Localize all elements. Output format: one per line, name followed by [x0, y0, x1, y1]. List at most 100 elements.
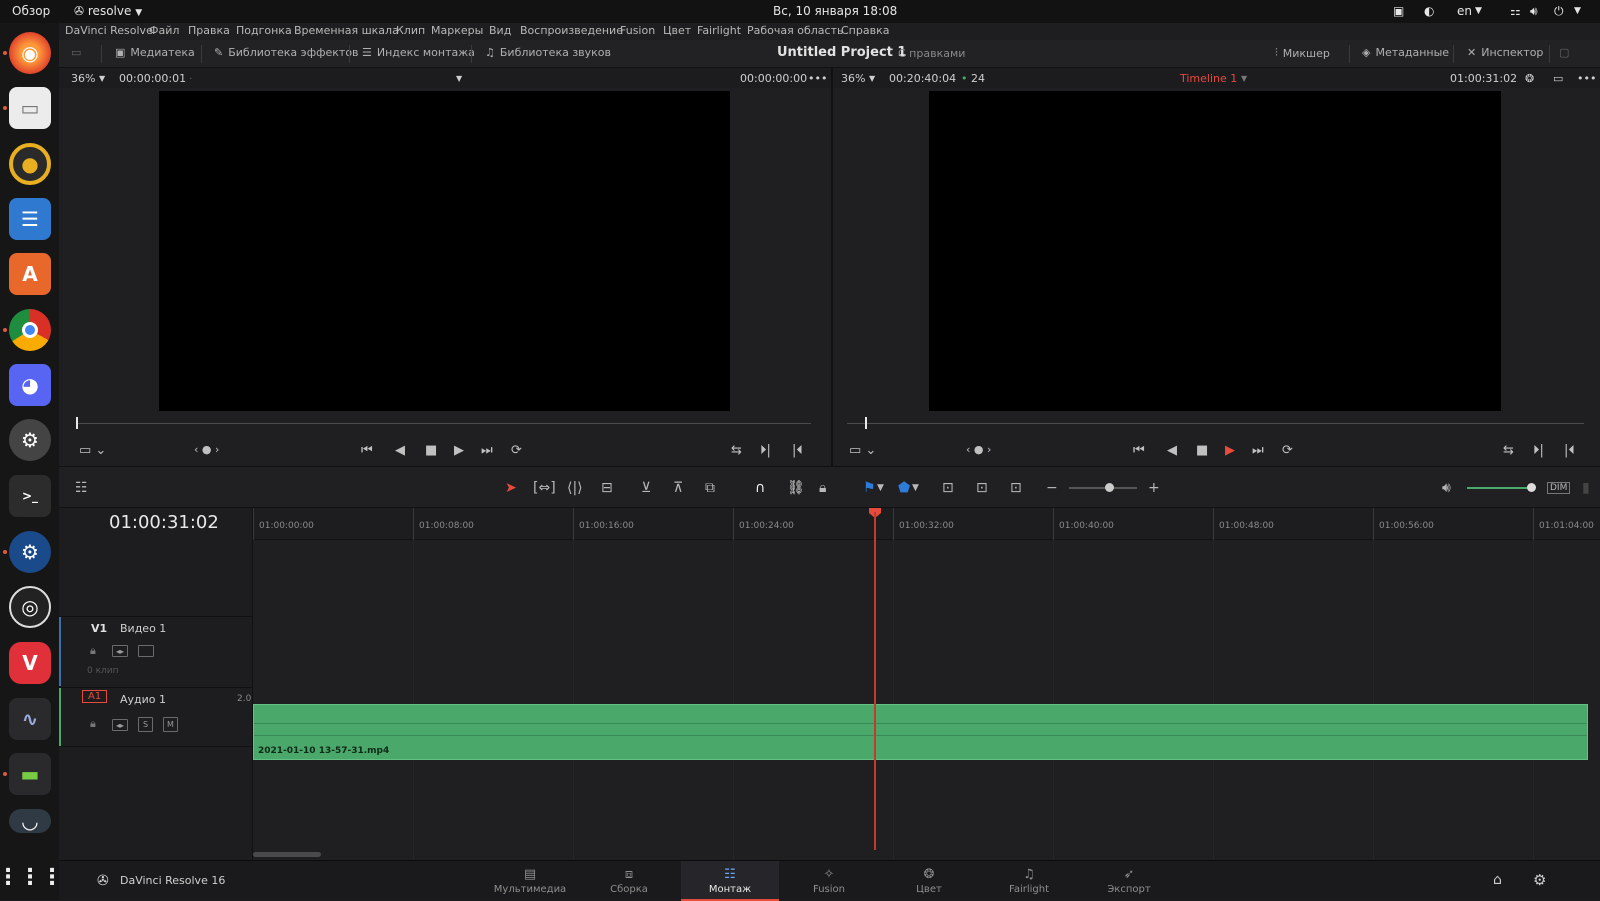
menu-fusion[interactable]: Fusion	[620, 24, 655, 37]
clock[interactable]: Вс, 10 января 18:08	[773, 4, 897, 18]
viewer-mode-icon[interactable]: ▭	[1553, 72, 1563, 85]
skip-to-start-icon[interactable]: ⏮	[1133, 443, 1145, 458]
firefox-icon[interactable]: ◉	[9, 32, 51, 74]
mute-button[interactable]: M	[163, 717, 178, 732]
auto-track-select-icon[interactable]: ◂▸	[112, 645, 128, 657]
timeline-viewer-timecode[interactable]: 01:00:31:02	[1450, 72, 1517, 85]
video-track-name[interactable]: Видео 1	[120, 622, 166, 635]
home-icon[interactable]: ⌂	[1493, 872, 1502, 888]
stop-icon[interactable]: ■	[1196, 443, 1208, 458]
software-store-icon[interactable]: A	[9, 253, 51, 295]
skip-to-end-icon[interactable]: ⏭	[481, 443, 493, 458]
terminal-icon[interactable]: >_	[9, 475, 51, 517]
page-edit[interactable]: ☷ Монтаж	[681, 861, 779, 901]
settings-icon[interactable]: ⚙	[9, 419, 51, 461]
settings-gear-icon[interactable]: ⚙	[1533, 871, 1546, 889]
menu-fairlight[interactable]: Fairlight	[697, 24, 741, 37]
mixer-button[interactable]: ⫶ Микшер	[1275, 46, 1330, 60]
timeline-viewer-screen[interactable]	[929, 91, 1501, 411]
trim-tool-icon[interactable]: [⇔]	[533, 480, 556, 496]
menu-trim[interactable]: Подгонка	[236, 24, 292, 37]
menu-workspace[interactable]: Рабочая область	[747, 24, 843, 37]
power-icon[interactable]: ⏻	[1554, 4, 1564, 19]
timeline-current-timecode[interactable]: 01:00:31:02	[109, 512, 219, 533]
page-deliver[interactable]: ➶ Экспорт	[1080, 861, 1178, 901]
obs-icon[interactable]: ◎	[9, 586, 51, 628]
timeline-jog-control[interactable]: ‹ ● ›	[966, 443, 991, 456]
overview-button[interactable]: Обзор	[12, 4, 50, 18]
page-color[interactable]: ❂ Цвет	[880, 861, 978, 901]
timeline-view-options-icon[interactable]: ☷	[75, 480, 88, 496]
flag-icon[interactable]: ⚑	[863, 480, 876, 496]
inspector-button[interactable]: ✕ Инспектор	[1467, 46, 1543, 59]
mark-out-icon[interactable]: ⏵|	[760, 443, 771, 458]
loop-icon[interactable]: ⟳	[511, 443, 522, 458]
system-monitor-icon[interactable]: ∿	[9, 698, 51, 740]
disable-video-track-icon[interactable]	[138, 645, 154, 657]
resolve-dock-icon[interactable]: ◡	[9, 809, 51, 833]
skip-to-end-icon[interactable]: ⏭	[1252, 443, 1264, 458]
zoom-custom-icon[interactable]: ⊡	[1010, 480, 1022, 496]
source-zoom-dropdown[interactable]: 36%	[71, 72, 95, 85]
more-options-icon[interactable]: •••	[1577, 72, 1596, 85]
chevron-down-icon[interactable]: ▼	[877, 483, 884, 493]
page-media[interactable]: ▤ Мультимедиа	[481, 861, 579, 901]
mark-in-icon[interactable]: |⏴	[792, 443, 803, 458]
menu-davinci-resolve[interactable]: DaVinci Resolve	[65, 24, 153, 37]
menu-timeline[interactable]: Временная шкала	[294, 24, 399, 37]
source-scrubber[interactable]	[77, 423, 811, 424]
source-clip-dropdown-icon[interactable]: ▼	[456, 74, 462, 83]
stop-icon[interactable]: ■	[425, 443, 437, 458]
playhead-line[interactable]	[874, 512, 876, 850]
chevron-down-icon[interactable]: ▼	[912, 483, 919, 493]
expand-panel-icon[interactable]: ▢	[1559, 46, 1569, 59]
files-icon[interactable]: ▭	[9, 87, 51, 129]
vivaldi-icon[interactable]: V	[9, 642, 51, 684]
menu-view[interactable]: Вид	[489, 24, 511, 37]
play-reverse-icon[interactable]: ◀	[1167, 443, 1177, 458]
rhythmbox-icon[interactable]: ●	[9, 143, 51, 185]
timeline-zoom-dropdown[interactable]: 36%	[841, 72, 865, 85]
auto-track-select-icon[interactable]: ◂▸	[112, 719, 128, 731]
dim-icon[interactable]: DIM	[1547, 482, 1571, 494]
toggle-panel-icon[interactable]: ▭	[71, 46, 81, 59]
volume-icon[interactable]: 🔊︎	[1530, 4, 1538, 19]
language-indicator[interactable]: en	[1457, 4, 1472, 18]
play-icon[interactable]: ▶	[454, 443, 464, 458]
steam-icon[interactable]: ⚙	[9, 531, 51, 573]
selection-tool-icon[interactable]: ➤	[505, 480, 517, 496]
menu-markers[interactable]: Маркеры	[431, 24, 483, 37]
source-view-options-icon[interactable]: ▭ ⌄	[79, 443, 106, 458]
volume-icon[interactable]: 🔊︎	[1442, 480, 1451, 496]
menu-clip[interactable]: Клип	[396, 24, 425, 37]
sync-tray-icon[interactable]: ◐	[1424, 4, 1434, 18]
discord-icon[interactable]: ◕	[9, 364, 51, 406]
menu-file[interactable]: Файл	[149, 24, 179, 37]
discord-tray-icon[interactable]: ▣	[1393, 4, 1404, 18]
match-frame-icon[interactable]: ⇆	[1503, 443, 1514, 458]
zoom-slider-track[interactable]	[1069, 487, 1137, 489]
timeline-scrubber[interactable]	[847, 423, 1584, 424]
linked-selection-icon[interactable]: ⛓	[787, 480, 805, 496]
color-wheel-icon[interactable]: ❂	[1525, 72, 1534, 85]
menu-help[interactable]: Справка	[841, 24, 889, 37]
timeline-playhead-mini[interactable]	[865, 417, 867, 429]
play-reverse-icon[interactable]: ◀	[395, 443, 405, 458]
volume-slider-track[interactable]	[1467, 487, 1529, 489]
audio-clip[interactable]: 2021-01-10 13-57-31.mp4	[253, 704, 1588, 760]
dynamic-trim-icon[interactable]: ⟨|⟩	[567, 480, 583, 496]
gpu-tool-icon[interactable]: ▬	[9, 753, 51, 795]
timeline-ruler[interactable]: 01:00:00:00 01:00:08:00 01:00:16:00 01:0…	[253, 508, 1600, 540]
marker-icon[interactable]: ⬟	[898, 480, 910, 496]
menu-playback[interactable]: Воспроизведение	[520, 24, 623, 37]
overwrite-clip-icon[interactable]: ⊼	[673, 480, 683, 496]
timeline-tracks[interactable]: 2021-01-10 13-57-31.mp4	[253, 540, 1600, 860]
menu-color[interactable]: Цвет	[663, 24, 691, 37]
skip-to-start-icon[interactable]: ⏮	[361, 443, 373, 458]
app-menu[interactable]: ✇ resolve ▼	[74, 4, 142, 18]
volume-slider-handle[interactable]	[1527, 483, 1536, 492]
source-jog-control[interactable]: ‹ ● ›	[194, 443, 219, 456]
solo-button[interactable]: S	[138, 717, 153, 732]
snapping-icon[interactable]: ∩	[755, 480, 765, 496]
position-lock-icon[interactable]: 🔒︎	[819, 480, 826, 496]
